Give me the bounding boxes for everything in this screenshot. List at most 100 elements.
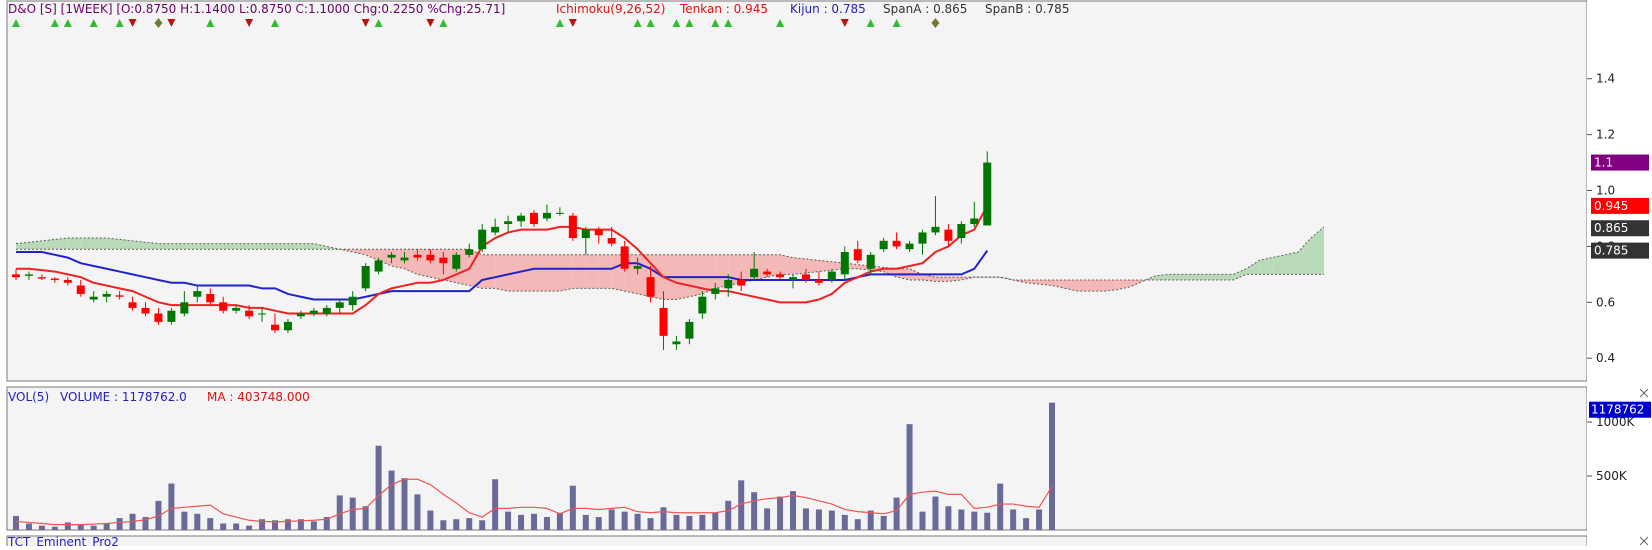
- cloud-segment: [236, 243, 250, 250]
- chart-canvas[interactable]: 1.41.21.00.80.60.41.10.9450.8650.7851000…: [0, 0, 1652, 550]
- price-badge-text: 0.945: [1594, 199, 1628, 213]
- candle-body: [763, 271, 772, 275]
- volume-bar[interactable]: [427, 510, 434, 530]
- candle-body: [167, 310, 176, 322]
- cloud-segment: [41, 239, 55, 250]
- volume-bar[interactable]: [492, 479, 499, 530]
- volume-bar[interactable]: [712, 512, 719, 530]
- candle[interactable]: [452, 252, 461, 272]
- volume-bar[interactable]: [958, 509, 965, 530]
- volume-bar[interactable]: [531, 513, 537, 530]
- candle-body: [542, 212, 551, 219]
- volume-bar[interactable]: [168, 483, 175, 530]
- volume-bar[interactable]: [725, 500, 732, 530]
- candle-body: [685, 321, 694, 339]
- volume-bar[interactable]: [453, 519, 460, 530]
- volume-bar[interactable]: [932, 496, 939, 530]
- volume-bar[interactable]: [945, 506, 952, 530]
- cloud-segment: [689, 254, 703, 297]
- volume-bar[interactable]: [997, 483, 1004, 530]
- volume-bar[interactable]: [608, 509, 615, 530]
- volume-bar[interactable]: [90, 525, 97, 530]
- volume-bar[interactable]: [181, 511, 188, 530]
- volume-bar[interactable]: [971, 511, 978, 530]
- volume-bar[interactable]: [1049, 402, 1055, 530]
- volume-bar[interactable]: [194, 513, 201, 530]
- volume-bar[interactable]: [64, 522, 71, 530]
- volume-bar[interactable]: [220, 523, 227, 530]
- volume-bar[interactable]: [854, 519, 861, 530]
- volume-bar[interactable]: [802, 508, 809, 530]
- volume-bar[interactable]: [207, 518, 214, 530]
- volume-bar[interactable]: [880, 515, 887, 530]
- volume-bar[interactable]: [699, 514, 706, 530]
- volume-bar[interactable]: [764, 508, 771, 530]
- volume-bar[interactable]: [673, 514, 680, 530]
- volume-bar[interactable]: [1036, 509, 1043, 530]
- candle-body: [24, 274, 33, 276]
- cloud-segment: [1285, 252, 1299, 275]
- volume-bar[interactable]: [647, 518, 654, 530]
- cloud-segment: [572, 254, 586, 289]
- cloud-segment: [598, 254, 612, 289]
- volume-bar[interactable]: [103, 523, 110, 530]
- volume-bar[interactable]: [349, 497, 356, 530]
- candle-body: [452, 254, 461, 269]
- candle[interactable]: [568, 212, 577, 241]
- volume-bar[interactable]: [893, 497, 900, 530]
- volume-bar[interactable]: [25, 523, 32, 530]
- volume-bar[interactable]: [388, 470, 395, 530]
- volume-bar[interactable]: [906, 424, 913, 530]
- volume-bar[interactable]: [686, 515, 693, 530]
- volume-bar[interactable]: [38, 525, 45, 530]
- volume-bar[interactable]: [51, 526, 58, 530]
- volume-bar[interactable]: [828, 510, 835, 530]
- volume-bar[interactable]: [815, 509, 822, 530]
- volume-bar[interactable]: [414, 494, 421, 530]
- volume-bar[interactable]: [841, 514, 848, 530]
- volume-pane[interactable]: [6, 386, 1588, 531]
- candle-body: [555, 212, 564, 214]
- volume-bar[interactable]: [401, 478, 408, 530]
- volume-bar[interactable]: [375, 445, 382, 530]
- price-badge: 0.785: [1591, 242, 1649, 259]
- volume-bar[interactable]: [556, 512, 563, 530]
- volume-bar[interactable]: [246, 525, 253, 530]
- volume-bar[interactable]: [1023, 518, 1030, 530]
- volume-bar[interactable]: [777, 496, 784, 530]
- volume-bar[interactable]: [116, 518, 123, 530]
- volume-bar[interactable]: [440, 520, 447, 530]
- volume-bar[interactable]: [13, 515, 19, 530]
- volume-bar[interactable]: [77, 524, 84, 530]
- volume-bar[interactable]: [479, 520, 486, 530]
- volume-bar[interactable]: [466, 518, 473, 530]
- volume-bar[interactable]: [984, 512, 991, 530]
- volume-bar[interactable]: [1010, 509, 1017, 530]
- volume-bar[interactable]: [518, 514, 525, 530]
- cloud-segment: [417, 249, 431, 278]
- price-pane[interactable]: [6, 0, 1588, 382]
- volume-bar[interactable]: [310, 521, 317, 530]
- volume-bar[interactable]: [621, 511, 628, 530]
- candle-body: [698, 296, 707, 314]
- cloud-segment: [546, 254, 560, 292]
- volume-bar[interactable]: [233, 523, 240, 530]
- cloud-segment: [780, 254, 793, 275]
- volume-bar[interactable]: [660, 507, 667, 530]
- volume-bar[interactable]: [790, 491, 796, 530]
- volume-bar[interactable]: [543, 517, 550, 530]
- candle[interactable]: [361, 263, 370, 292]
- cloud-segment: [184, 243, 198, 250]
- volume-bar[interactable]: [362, 506, 369, 530]
- volume-bar[interactable]: [595, 517, 602, 530]
- volume-bar[interactable]: [582, 514, 589, 530]
- price-badge-text: 1.1: [1594, 156, 1613, 170]
- cloud-segment: [805, 258, 819, 273]
- volume-bar[interactable]: [634, 513, 641, 530]
- volume-bar[interactable]: [751, 492, 758, 530]
- volume-bar[interactable]: [919, 511, 926, 530]
- candle-body: [530, 212, 538, 225]
- indicator-pane[interactable]: [6, 535, 1588, 550]
- candle-body: [115, 295, 124, 297]
- volume-bar[interactable]: [505, 511, 512, 530]
